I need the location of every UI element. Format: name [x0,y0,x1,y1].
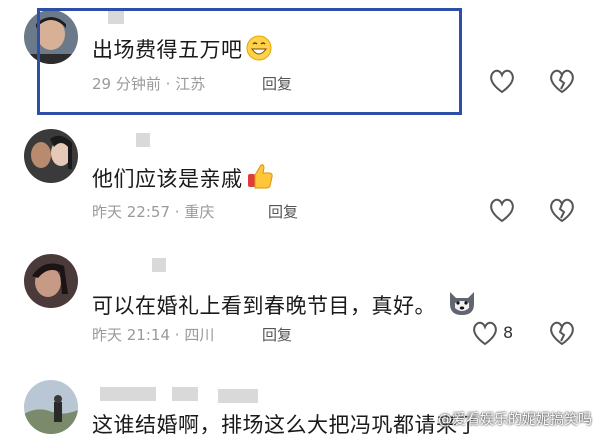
username-blurred [218,389,258,403]
comment-meta: 昨天 22:57 · 重庆 [92,203,215,221]
dislike-broken-heart-icon[interactable] [547,195,577,225]
highlight-box [37,8,462,115]
comment-text: 可以在婚礼上看到春晚节目，真好。 [92,288,478,323]
username-blurred [100,387,156,401]
comment-item: 他们应该是亲戚 昨天 22:57 · 重庆 回复 [0,125,600,240]
avatar[interactable] [24,129,78,183]
comment-text: 他们应该是亲戚 [92,161,275,196]
dislike-broken-heart-icon[interactable] [547,66,577,96]
username-blurred [172,387,198,401]
comment-meta: 昨天 21:14 · 四川 [92,326,215,344]
avatar[interactable] [24,254,78,308]
thumbs-up-emoji-icon [245,161,275,196]
comment-item: 出场费得五万吧 29 分钟前 · 江苏 回复 [0,0,600,118]
like-heart-icon[interactable] [487,66,517,96]
comment-item: 可以在婚礼上看到春晚节目，真好。 昨天 21:14 · 四川 回复 8 [0,250,600,365]
reply-button[interactable]: 回复 [268,201,298,222]
watermark: @爱看娱乐的妮妮搞笑吗 [438,412,592,428]
like-count: 8 [503,323,514,342]
reply-button[interactable]: 回复 [262,324,292,345]
username-blurred [152,258,166,272]
like-heart-icon[interactable] [487,195,517,225]
like-heart-icon[interactable] [470,318,500,348]
avatar[interactable] [24,380,78,434]
username-blurred [136,133,150,147]
dislike-broken-heart-icon[interactable] [547,318,577,348]
